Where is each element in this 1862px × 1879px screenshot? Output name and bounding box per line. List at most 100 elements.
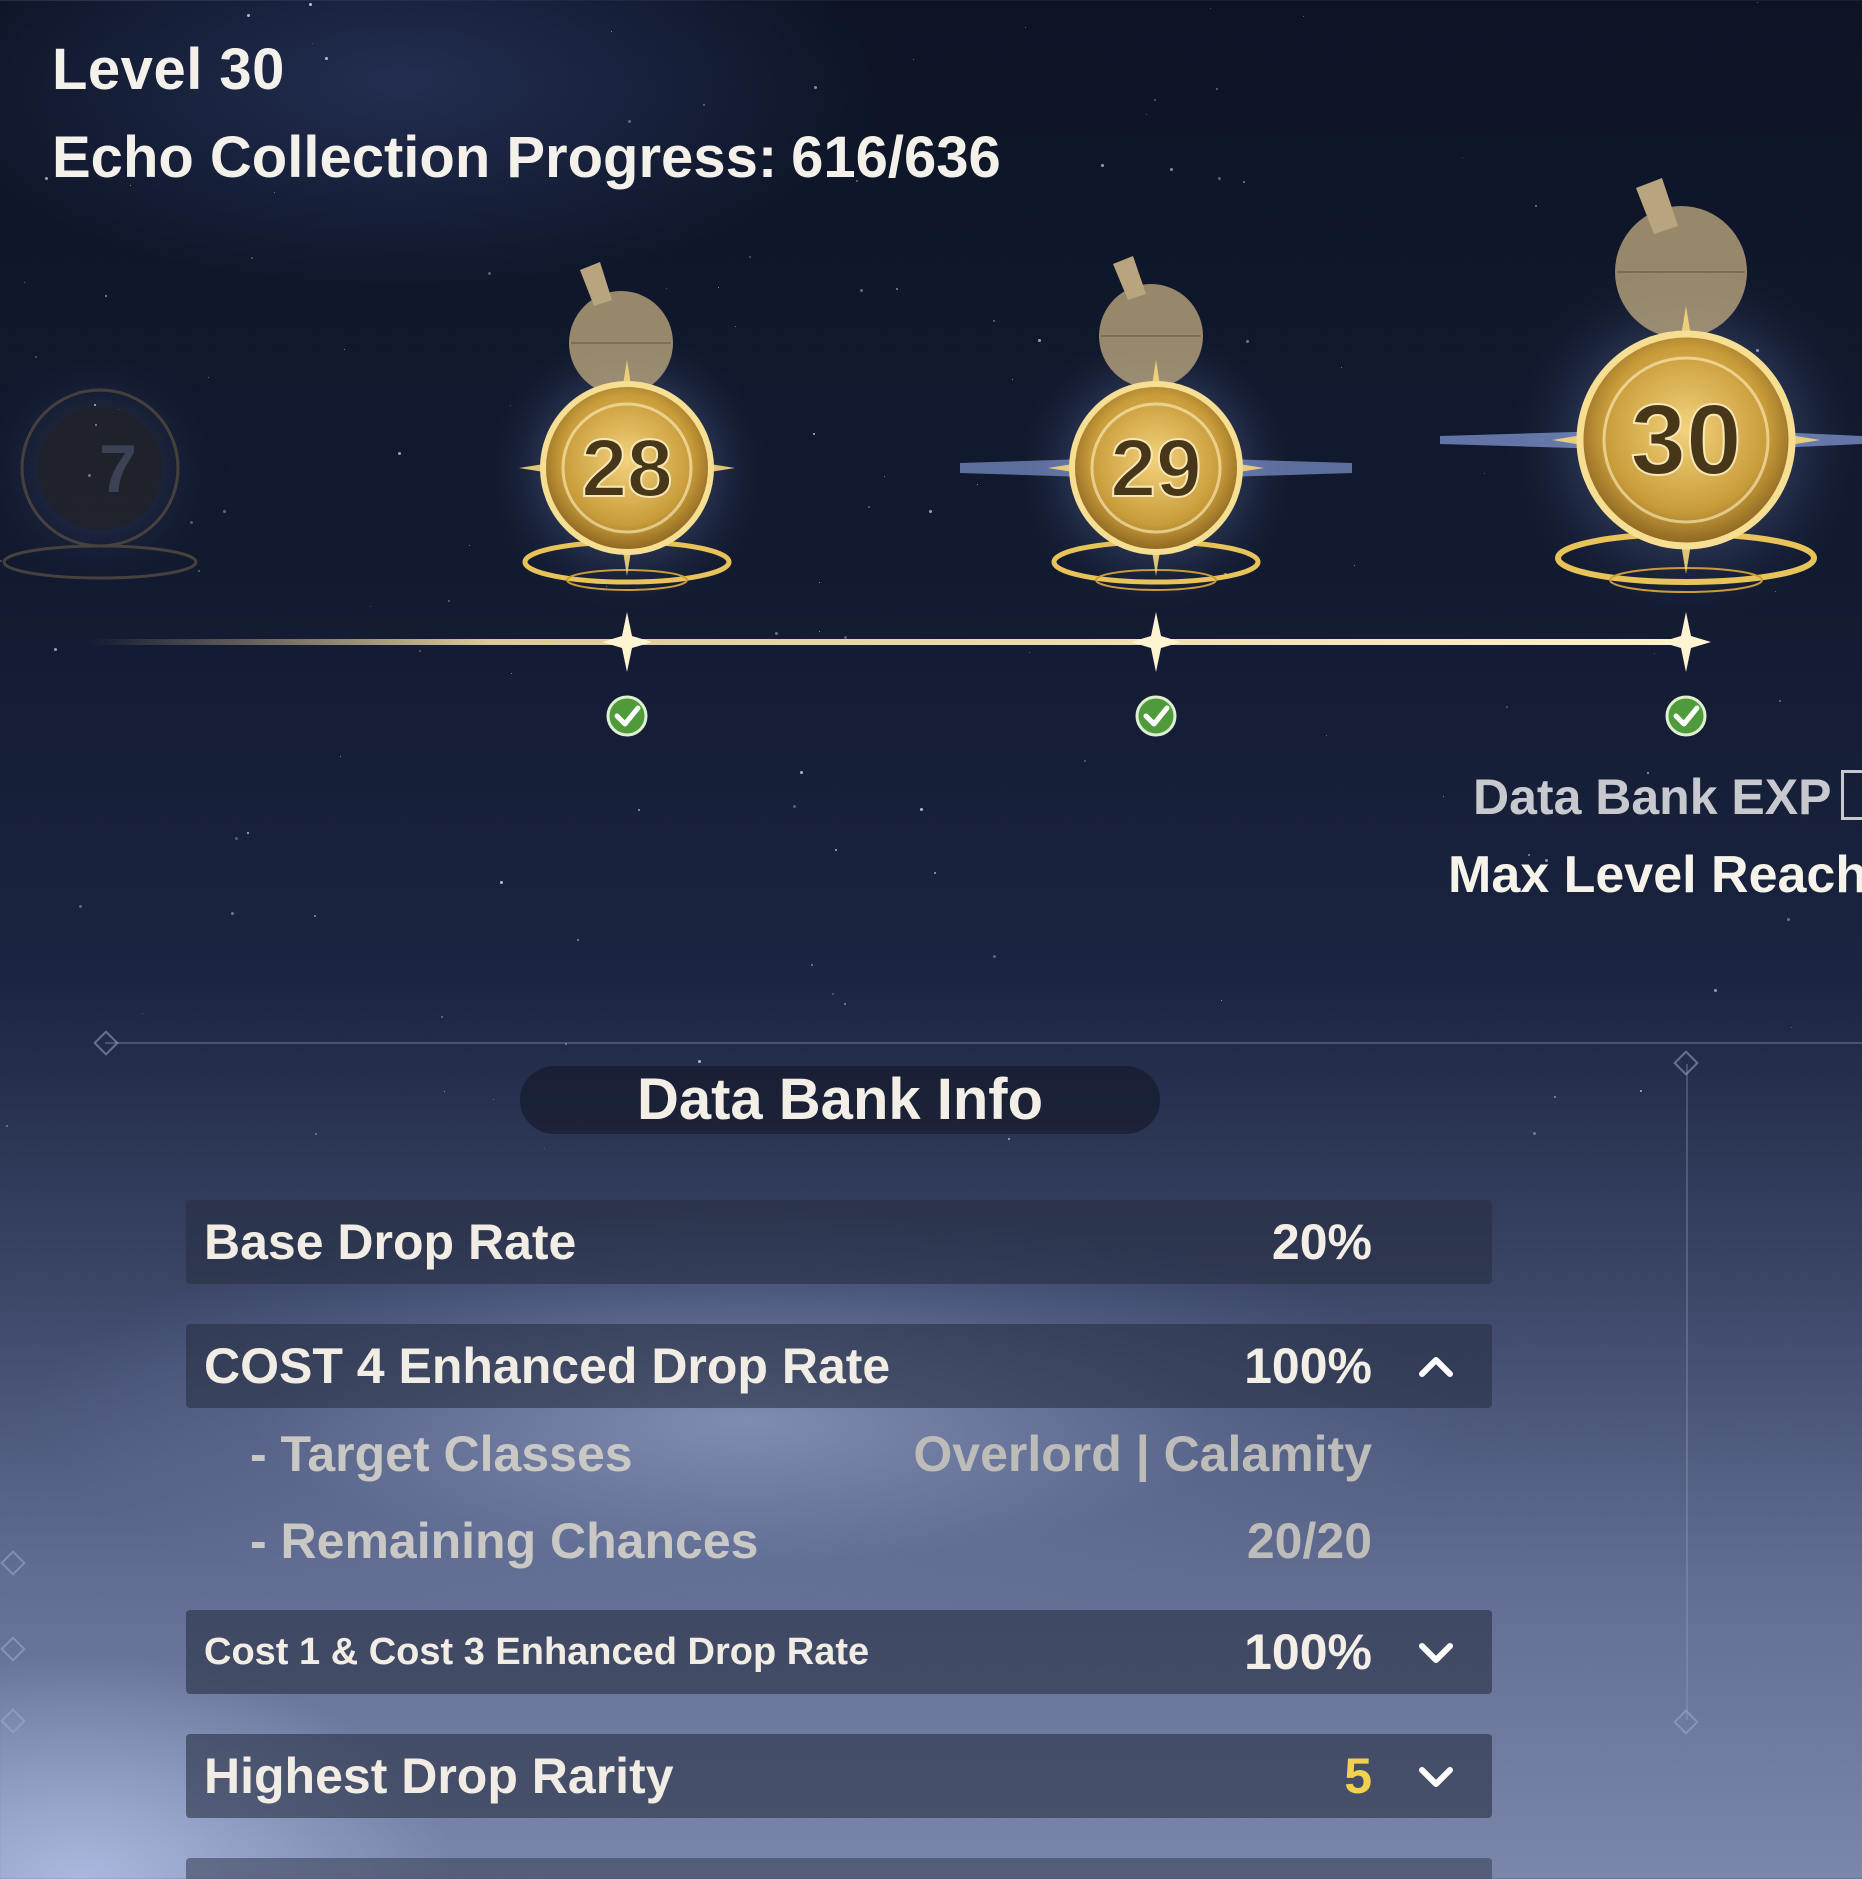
star-particle bbox=[1146, 114, 1147, 115]
section-divider bbox=[105, 1042, 1862, 1044]
row-label: COST 4 Enhanced Drop Rate bbox=[204, 1338, 891, 1394]
star-particle bbox=[1154, 99, 1156, 101]
star-particle bbox=[500, 881, 503, 884]
star-particle bbox=[1210, 8, 1211, 9]
star-particle bbox=[340, 756, 341, 757]
level-node-30[interactable]: 30 bbox=[1440, 178, 1862, 630]
highest-drop-rarity-row[interactable]: Highest Drop Rarity 5 bbox=[186, 1734, 1492, 1818]
check-circle-icon bbox=[1665, 695, 1707, 737]
star-particle bbox=[441, 1016, 443, 1018]
level-timeline: 7 28 29 30 bbox=[0, 178, 1862, 737]
star-particle bbox=[793, 805, 796, 808]
star-particle bbox=[1221, 1000, 1222, 1001]
star-particle bbox=[312, 43, 313, 44]
star-particle bbox=[1757, 2, 1758, 3]
side-diamond bbox=[0, 1636, 26, 1662]
star-particle bbox=[832, 993, 834, 995]
star-particle bbox=[142, 1013, 143, 1014]
star-particle bbox=[235, 837, 238, 840]
data-bank-exp-label: Data Bank EXP bbox=[1473, 768, 1862, 826]
data-bank-info-title: Data Bank Info bbox=[520, 1066, 1160, 1134]
star-particle bbox=[1008, 1138, 1010, 1140]
detail-label: - Target Classes bbox=[250, 1426, 633, 1482]
star-particle bbox=[79, 905, 82, 908]
star-particle bbox=[577, 939, 579, 941]
remaining-chances-row: - Remaining Chances 20/20 bbox=[250, 1503, 1372, 1579]
star-particle bbox=[309, 3, 312, 6]
star-particle bbox=[800, 771, 803, 774]
chevron-down-icon[interactable] bbox=[1416, 1632, 1456, 1672]
detail-value: 20/20 bbox=[1246, 1513, 1372, 1569]
level-node-29-label: 29 bbox=[1110, 423, 1201, 514]
star-particle bbox=[611, 31, 612, 32]
row-label: Highest Drop Rarity bbox=[204, 1748, 674, 1804]
star-particle bbox=[1787, 918, 1790, 921]
star-particle bbox=[315, 1133, 317, 1135]
side-diamond bbox=[0, 1708, 26, 1734]
star-particle bbox=[231, 912, 234, 915]
star-particle bbox=[247, 832, 249, 834]
star-particle bbox=[1714, 989, 1717, 992]
star-particle bbox=[638, 809, 640, 811]
star-particle bbox=[993, 955, 996, 958]
check-circle-icon bbox=[606, 695, 648, 737]
chevron-up-icon[interactable] bbox=[1416, 1346, 1456, 1386]
chevron-down-icon[interactable] bbox=[1416, 1756, 1456, 1796]
check-circle-icon bbox=[1135, 695, 1177, 737]
level-title: Level 30 bbox=[52, 37, 285, 102]
star-particle bbox=[1554, 1096, 1556, 1098]
next-row-partial bbox=[186, 1858, 1492, 1879]
star-particle bbox=[920, 808, 923, 811]
star-particle bbox=[698, 1060, 701, 1063]
star-particle bbox=[835, 849, 837, 851]
star-particle bbox=[444, 1091, 445, 1092]
level-node-29[interactable]: 29 bbox=[960, 256, 1352, 618]
max-level-status: Max Level Reache bbox=[1448, 846, 1862, 904]
star-particle bbox=[1462, 157, 1463, 158]
level-node-30-label: 30 bbox=[1630, 384, 1741, 496]
star-particle bbox=[314, 915, 316, 917]
detail-label: - Remaining Chances bbox=[250, 1513, 759, 1569]
star-particle bbox=[1084, 760, 1086, 762]
divider-diamond bbox=[93, 1030, 119, 1056]
data-bank-exp-text: Data Bank EXP bbox=[1473, 769, 1832, 825]
star-particle bbox=[934, 872, 936, 874]
star-particle bbox=[811, 964, 813, 966]
star-particle bbox=[1303, 16, 1304, 17]
star-particle bbox=[1025, 27, 1026, 28]
row-value: 5 bbox=[1344, 1748, 1372, 1804]
star-particle bbox=[1640, 1090, 1642, 1092]
level-node-28[interactable]: 28 bbox=[477, 262, 777, 618]
cost1-cost3-drop-rate-row[interactable]: Cost 1 & Cost 3 Enhanced Drop Rate 100% bbox=[186, 1610, 1492, 1694]
star-particle bbox=[544, 1148, 545, 1149]
level-node-28-label: 28 bbox=[581, 423, 672, 514]
star-particle bbox=[913, 59, 914, 60]
detail-value: Overlord | Calamity bbox=[913, 1426, 1372, 1482]
star-particle bbox=[703, 104, 705, 106]
row-label: Base Drop Rate bbox=[204, 1214, 577, 1270]
level-node-7[interactable]: 7 bbox=[0, 338, 230, 598]
row-value: 100% bbox=[1244, 1338, 1372, 1394]
row-label: Cost 1 & Cost 3 Enhanced Drop Rate bbox=[204, 1631, 870, 1673]
star-particle bbox=[325, 57, 328, 60]
star-particle bbox=[1101, 164, 1104, 167]
cost4-drop-rate-row[interactable]: COST 4 Enhanced Drop Rate 100% bbox=[186, 1324, 1492, 1408]
info-icon[interactable] bbox=[1841, 770, 1862, 820]
base-drop-rate-row: Base Drop Rate 20% bbox=[186, 1200, 1492, 1284]
star-particle bbox=[247, 14, 250, 17]
star-particle bbox=[814, 86, 817, 89]
star-particle bbox=[844, 1003, 846, 1005]
row-value: 100% bbox=[1244, 1624, 1372, 1680]
star-particle bbox=[628, 120, 631, 123]
target-classes-row: - Target Classes Overlord | Calamity bbox=[250, 1416, 1372, 1492]
star-particle bbox=[1443, 796, 1444, 797]
star-particle bbox=[1533, 1132, 1536, 1135]
level-node-7-label: 7 bbox=[99, 431, 137, 507]
star-particle bbox=[1216, 88, 1218, 90]
divider-diamond bbox=[1673, 1709, 1699, 1735]
side-diamond bbox=[0, 1550, 26, 1576]
row-value: 20% bbox=[1271, 1214, 1372, 1270]
timeline-line bbox=[90, 639, 1686, 645]
star-particle bbox=[1791, 1027, 1792, 1028]
star-particle bbox=[6, 1125, 8, 1127]
